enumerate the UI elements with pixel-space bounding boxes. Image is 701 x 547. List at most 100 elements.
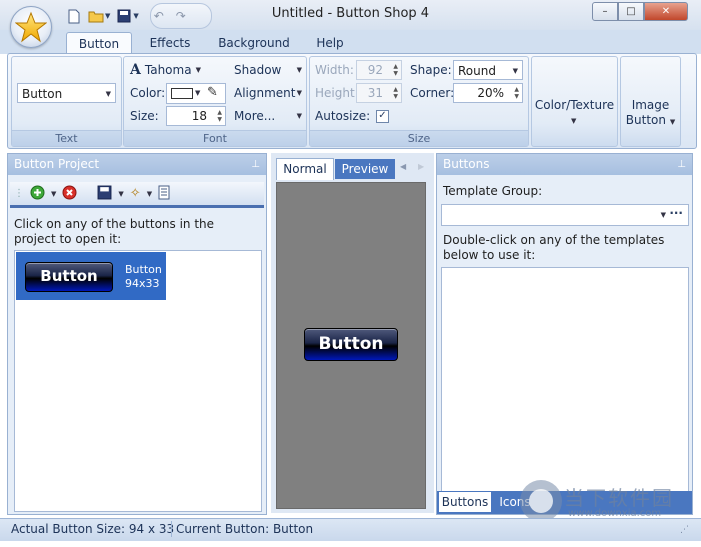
size-label: Size: [130,109,159,123]
tab-scroll-left-icon[interactable]: ◀ [400,162,406,171]
color-texture-label: Color/Texture [534,98,615,112]
templates-instruction: Double-click on any of the templates bel… [443,233,665,262]
font-group: A Tahoma ▼ Color: ▼ ✎ Size: 18 ▲ ▼ Shadow… [123,56,307,147]
tab-effects[interactable]: Effects [140,32,200,54]
text-combo[interactable]: Button ▼ [17,83,116,103]
chevron-down-icon: ▼ [296,66,302,74]
magic-wand-icon[interactable]: ✧ [130,186,141,201]
eyedropper-icon[interactable]: ✎ [207,85,218,100]
tab-help[interactable]: Help [310,32,350,54]
button-project-title: Button Project [14,157,100,171]
preview-button[interactable]: Button [304,328,398,361]
image-button-button[interactable]: Image Button ▼ [620,56,681,147]
chevron-down-icon: ▼ [571,117,577,125]
document-icon[interactable] [158,185,170,203]
tab-preview[interactable]: Preview [335,159,395,179]
status-current-button: Current Button: Button [176,522,314,536]
project-item[interactable]: Button Button 94x33 [16,252,166,300]
add-icon[interactable] [30,185,45,203]
tab-buttons[interactable]: Buttons [439,492,491,512]
project-list[interactable]: Button Button 94x33 [14,250,262,512]
project-item-size: 94x33 [125,277,160,290]
chevron-down-icon: ▼ [195,66,201,74]
font-icon: A [130,62,141,78]
tab-normal[interactable]: Normal [276,158,334,180]
resize-grip-icon[interactable]: ⋰ [680,525,689,535]
star-icon [15,11,47,43]
chevron-down-icon: ▼ [660,211,666,219]
tab-background[interactable]: Background [214,32,294,54]
watermark-logo-icon [520,480,562,522]
alignment-dropdown[interactable]: Alignment ▼ [234,86,302,100]
shadow-dropdown[interactable]: Shadow ▼ [234,63,302,77]
templates-list[interactable] [441,267,689,492]
shape-dropdown[interactable]: Round ▼ [453,60,523,80]
watermark-logo-inner [529,489,553,513]
preview-canvas: Button [276,182,426,509]
maximize-button[interactable]: □ [618,2,644,21]
more-label: More... [234,109,276,123]
project-instruction: Click on any of the buttons in the proje… [14,217,215,246]
image-button-label-row: Button ▼ [621,113,680,127]
color-texture-button[interactable]: Color/Texture ▼ [531,56,618,147]
autosize-label: Autosize: [315,109,371,123]
preview-area: Normal Preview ◀ ▶ Button [271,153,434,513]
shape-label: Shape: [410,63,452,77]
chevron-down-icon: ▼ [195,89,201,97]
alignment-label: Alignment [234,86,296,100]
buttons-panel: Buttons ⊥ Template Group: ▼ ··· Double-c… [436,153,693,515]
size-group: Width: 92 ▲ ▼ Height: 31 ▲ ▼ Autosize: ✓ S… [309,56,529,147]
grip-icon: ⋮ [14,188,24,199]
spin-arrows-icon[interactable]: ▲ ▼ [514,86,519,100]
chevron-down-icon: ▼ [512,67,518,75]
close-button[interactable]: ✕ [644,2,688,21]
image-button-label-1: Image [631,98,670,112]
spin-arrows-icon[interactable]: ▲ ▼ [393,86,398,100]
watermark-name: 当下软件园 [564,486,674,510]
pin-icon[interactable]: ⊥ [251,154,260,175]
project-toolbar: ⋮ ▼ ▼ ✧ ▼ [10,182,264,208]
delete-icon[interactable] [62,185,77,203]
font-group-label: Font [124,130,306,146]
height-value: 31 [367,86,383,100]
height-label: Height: [315,86,359,100]
corner-value: 20% [477,86,504,100]
project-item-preview: Button [25,262,113,292]
template-group-dropdown[interactable]: ▼ ··· [441,204,689,226]
tab-scroll-right-icon[interactable]: ▶ [418,162,424,171]
height-spinner[interactable]: 31 ▲ ▼ [356,83,402,103]
image-button-label-2: Button [625,113,666,127]
corner-spinner[interactable]: 20% ▲ ▼ [453,83,523,103]
spin-arrows-icon[interactable]: ▲ ▼ [393,63,398,77]
text-value: Button [22,87,63,101]
shape-value: Round [458,64,496,78]
spin-arrows-icon[interactable]: ▲ ▼ [217,109,222,123]
wand-dropdown-icon[interactable]: ▼ [147,190,152,198]
status-divider [171,521,172,537]
chevron-down-icon: ▼ [105,90,111,98]
width-spinner[interactable]: 92 ▲ ▼ [356,60,402,80]
browse-icon[interactable]: ··· [669,206,683,220]
font-name-dropdown[interactable]: A Tahoma ▼ [130,62,201,78]
chevron-down-icon: ▼ [669,118,676,126]
font-size-spinner[interactable]: 18 ▲ ▼ [166,106,226,126]
chevron-down-icon: ▼ [296,89,302,97]
add-dropdown-icon[interactable]: ▼ [51,190,56,198]
more-dropdown[interactable]: More... ▼ [234,109,302,123]
font-size-value: 18 [191,109,207,123]
buttons-title: Buttons [443,157,490,171]
save-dropdown-icon[interactable]: ▼ [118,190,123,198]
app-menu-button[interactable] [10,6,52,48]
shadow-label: Shadow [234,63,282,77]
text-group-label: Text [12,130,121,146]
tab-button[interactable]: Button [66,32,132,55]
color-picker[interactable]: ▼ ✎ [166,83,226,104]
save-icon[interactable] [97,185,112,203]
status-bar: Actual Button Size: 94 x 33 Current Butt… [0,518,701,541]
buttons-header: Buttons ⊥ [437,154,692,175]
pin-icon[interactable]: ⊥ [677,154,686,175]
status-actual-size: Actual Button Size: 94 x 33 [11,522,175,536]
minimize-button[interactable]: – [592,2,618,21]
width-label: Width: [315,63,354,77]
autosize-checkbox[interactable]: ✓ [376,110,389,123]
